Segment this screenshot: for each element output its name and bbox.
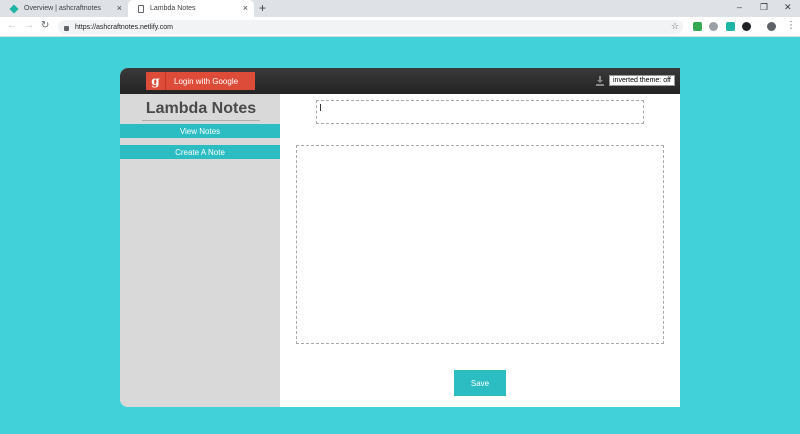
create-a-note-button[interactable]: Create A Note xyxy=(120,145,280,159)
close-tab-icon[interactable]: × xyxy=(243,3,248,13)
tab-overview[interactable]: Overview | ashcraftnotes × xyxy=(0,0,128,17)
google-g-icon: g xyxy=(146,72,166,90)
lambda-notes-app: g Login with Google inverted theme: off … xyxy=(120,68,680,407)
browser-menu-icon[interactable]: ⋮ xyxy=(786,20,796,31)
brand-title: Lambda Notes xyxy=(142,100,260,121)
create-note-form: Save xyxy=(280,94,680,407)
inverted-theme-toggle[interactable]: inverted theme: off xyxy=(609,75,675,86)
minimize-icon[interactable]: – xyxy=(737,2,742,12)
page-favicon-icon xyxy=(138,4,144,13)
close-tab-icon[interactable]: × xyxy=(117,3,122,13)
extension-icon[interactable] xyxy=(709,22,718,31)
extension-icon[interactable] xyxy=(726,22,735,31)
url-text: https://ashcraftnotes.netlify.com xyxy=(75,23,173,31)
view-notes-button[interactable]: View Notes xyxy=(120,124,280,138)
download-icon[interactable] xyxy=(596,76,604,86)
text-cursor xyxy=(320,104,321,111)
new-tab-icon[interactable]: + xyxy=(259,1,266,15)
lock-icon xyxy=(64,25,69,31)
reload-icon[interactable]: ↻ xyxy=(41,20,49,31)
netlify-favicon-icon xyxy=(9,3,19,14)
profile-avatar-icon[interactable] xyxy=(767,22,776,31)
extension-icon[interactable] xyxy=(693,22,702,31)
browser-tab-bar: Overview | ashcraftnotes × Lambda Notes … xyxy=(0,0,800,17)
restore-icon[interactable]: ❐ xyxy=(760,2,768,13)
forward-icon[interactable]: → xyxy=(24,20,34,31)
save-button[interactable]: Save xyxy=(454,370,506,396)
browser-toolbar: ← → ↻ https://ashcraftnotes.netlify.com … xyxy=(0,17,800,37)
extension-icon[interactable] xyxy=(742,22,751,31)
tab-lambda-notes[interactable]: Lambda Notes × xyxy=(128,0,254,17)
login-label: Login with Google xyxy=(174,76,239,86)
sidebar: Lambda Notes View Notes Create A Note xyxy=(120,94,280,407)
address-bar[interactable]: https://ashcraftnotes.netlify.com ☆ xyxy=(58,20,683,34)
tab-title: Overview | ashcraftnotes xyxy=(24,5,101,12)
note-content-textarea[interactable] xyxy=(296,145,664,344)
tab-title: Lambda Notes xyxy=(150,5,196,12)
window-close-icon[interactable]: ✕ xyxy=(784,2,792,13)
note-title-input[interactable] xyxy=(316,100,644,124)
back-icon[interactable]: ← xyxy=(7,20,17,31)
login-with-google-button[interactable]: g Login with Google xyxy=(146,72,255,90)
bookmark-star-icon[interactable]: ☆ xyxy=(671,21,679,32)
app-header: g Login with Google inverted theme: off xyxy=(120,68,680,94)
